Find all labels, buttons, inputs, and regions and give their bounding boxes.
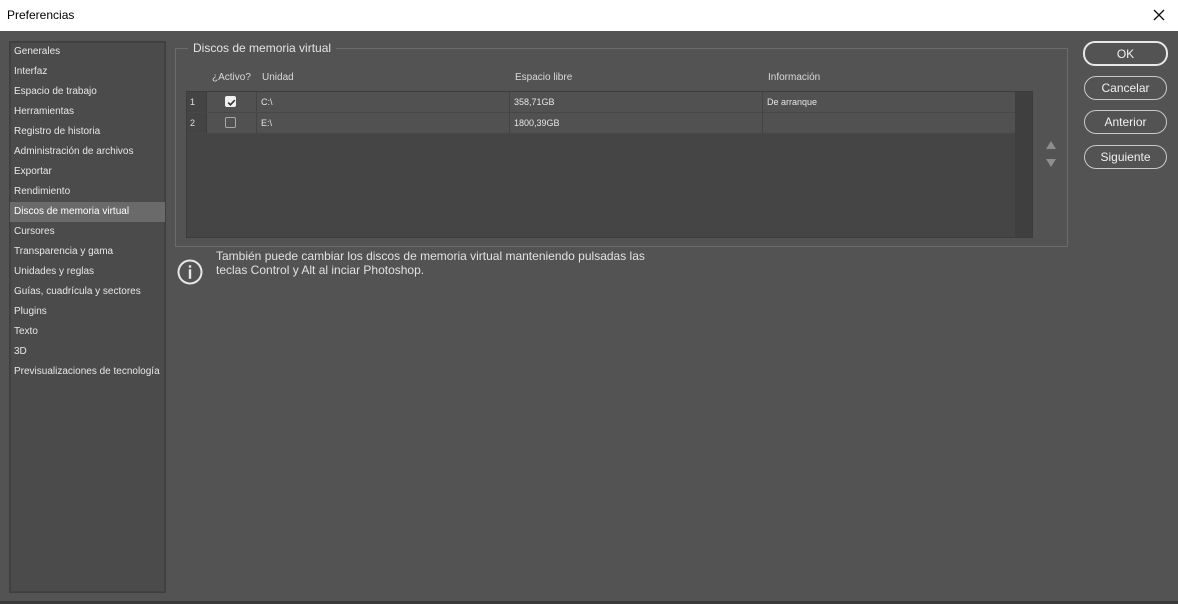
table-scrollbar[interactable] [1015,92,1032,237]
active-checkbox[interactable] [225,96,236,107]
sidebar-item[interactable]: Discos de memoria virtual [10,202,165,222]
title-bar: Preferencias [0,0,1178,32]
column-header-info[interactable]: Información [768,72,820,83]
sidebar-item[interactable]: Interfaz [10,62,165,82]
triangle-up-icon[interactable] [1045,140,1057,150]
sidebar-item[interactable]: Cursores [10,222,165,242]
column-header-active[interactable]: ¿Activo? [212,72,251,83]
column-header-free-space[interactable]: Espacio libre [515,72,572,83]
triangle-down-icon[interactable] [1045,158,1057,168]
sidebar-item[interactable]: Espacio de trabajo [10,82,165,102]
sidebar-item[interactable]: 3D [10,342,165,362]
drive-cell: E:\ [261,118,273,128]
row-number: 2 [187,113,207,133]
info-cell: De arranque [767,97,818,107]
sidebar-item[interactable]: Plugins [10,302,165,322]
cancel-button[interactable]: Cancelar [1084,76,1167,100]
close-icon[interactable] [1148,4,1170,26]
category-sidebar: Generales Interfaz Espacio de trabajo Herra… [9,41,166,593]
info-line: También puede cambiar los discos de memo… [216,249,645,263]
checkmark-icon [227,99,236,106]
column-divider [762,113,763,133]
sidebar-item[interactable]: Texto [10,322,165,342]
previous-button[interactable]: Anterior [1084,110,1167,134]
column-header-drive[interactable]: Unidad [262,72,294,83]
table-row[interactable]: 2 E:\ 1800,39GB [187,113,1015,134]
info-icon [177,259,203,285]
sidebar-item[interactable]: Exportar [10,162,165,182]
table-header: ¿Activo? Unidad Espacio libre Informació… [186,70,1016,90]
window-title: Preferencias [7,8,75,22]
column-divider [509,113,510,133]
sidebar-item[interactable]: Administración de archivos [10,142,165,162]
info-message: También puede cambiar los discos de memo… [216,249,686,277]
sidebar-item[interactable]: Rendimiento [10,182,165,202]
next-button[interactable]: Siguiente [1084,145,1167,169]
table-row[interactable]: 1 C:\ 358,71GB De arranque [187,92,1015,113]
sidebar-item[interactable]: Generales [10,42,165,62]
sidebar-item[interactable]: Unidades y reglas [10,262,165,282]
sidebar-item[interactable]: Guías, cuadrícula y sectores [10,282,165,302]
scratch-disks-table: 1 C:\ 358,71GB De arranque 2 E:\ 1800,39… [186,91,1033,238]
ok-button[interactable]: OK [1083,41,1168,66]
sidebar-item[interactable]: Transparencia y gama [10,242,165,262]
sidebar-item[interactable]: Previsualizaciones de tecnología [10,362,165,382]
row-number: 1 [187,92,207,112]
column-divider [509,92,510,112]
sidebar-item[interactable]: Registro de historia [10,122,165,142]
free-space-cell: 1800,39GB [514,118,560,128]
column-divider [256,92,257,112]
info-line: teclas Control y Alt al inciar Photoshop… [216,263,425,277]
drive-cell: C:\ [261,97,273,107]
group-title: Discos de memoria virtual [188,41,337,55]
free-space-cell: 358,71GB [514,97,555,107]
active-checkbox[interactable] [225,117,236,128]
column-divider [256,113,257,133]
column-divider [762,92,763,112]
preferences-dialog: Generales Interfaz Espacio de trabajo Herra… [0,31,1178,602]
sidebar-item[interactable]: Herramientas [10,102,165,122]
